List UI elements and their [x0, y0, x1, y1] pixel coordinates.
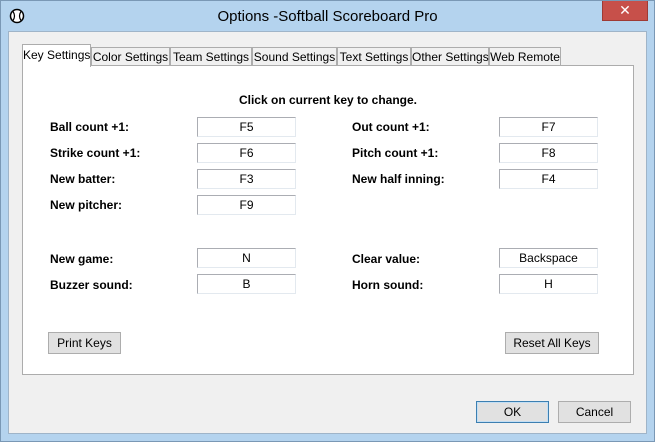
- pitch-count-label: Pitch count +1:: [352, 146, 439, 160]
- buzzer-sound-label: Buzzer sound:: [50, 278, 133, 292]
- options-window: Options -Softball Scoreboard Pro ✕ Key S…: [0, 0, 655, 442]
- tab-team-settings[interactable]: Team Settings: [170, 47, 252, 66]
- buzzer-sound-key-field[interactable]: B: [197, 274, 296, 294]
- cancel-button[interactable]: Cancel: [558, 401, 631, 423]
- title-bar[interactable]: Options -Softball Scoreboard Pro ✕: [1, 1, 654, 31]
- ok-button[interactable]: OK: [476, 401, 549, 423]
- ball-count-label: Ball count +1:: [50, 120, 130, 134]
- tab-web-remote[interactable]: Web Remote: [489, 47, 561, 66]
- clear-value-key-field[interactable]: Backspace: [499, 248, 598, 268]
- new-batter-label: New batter:: [50, 172, 116, 186]
- print-keys-button[interactable]: Print Keys: [48, 332, 121, 354]
- new-pitcher-label: New pitcher:: [50, 198, 123, 212]
- new-pitcher-key-field[interactable]: F9: [197, 195, 296, 215]
- new-game-key-field[interactable]: N: [197, 248, 296, 268]
- tab-color-settings[interactable]: Color Settings: [91, 47, 170, 66]
- out-count-label: Out count +1:: [352, 120, 430, 134]
- out-count-key-field[interactable]: F7: [499, 117, 598, 137]
- reset-all-keys-button[interactable]: Reset All Keys: [505, 332, 599, 354]
- horn-sound-label: Horn sound:: [352, 278, 424, 292]
- close-icon: ✕: [619, 2, 631, 18]
- tab-text-settings[interactable]: Text Settings: [337, 47, 411, 66]
- clear-value-label: Clear value:: [352, 252, 421, 266]
- pitch-count-key-field[interactable]: F8: [499, 143, 598, 163]
- instruction-text: Click on current key to change.: [238, 93, 418, 107]
- horn-sound-key-field[interactable]: H: [499, 274, 598, 294]
- tab-sound-settings[interactable]: Sound Settings: [252, 47, 337, 66]
- ball-count-key-field[interactable]: F5: [197, 117, 296, 137]
- new-game-label: New game:: [50, 252, 114, 266]
- dialog-client-area: Key Settings Color Settings Team Setting…: [8, 31, 647, 434]
- key-settings-panel: Click on current key to change. Ball cou…: [22, 65, 634, 375]
- close-button[interactable]: ✕: [602, 1, 648, 21]
- window-title: Options -Softball Scoreboard Pro: [217, 8, 438, 25]
- tab-other-settings[interactable]: Other Settings: [411, 47, 489, 66]
- tab-key-settings[interactable]: Key Settings: [22, 44, 91, 67]
- new-half-inning-key-field[interactable]: F4: [499, 169, 598, 189]
- strike-count-label: Strike count +1:: [50, 146, 141, 160]
- strike-count-key-field[interactable]: F6: [197, 143, 296, 163]
- new-batter-key-field[interactable]: F3: [197, 169, 296, 189]
- new-half-inning-label: New half inning:: [352, 172, 445, 186]
